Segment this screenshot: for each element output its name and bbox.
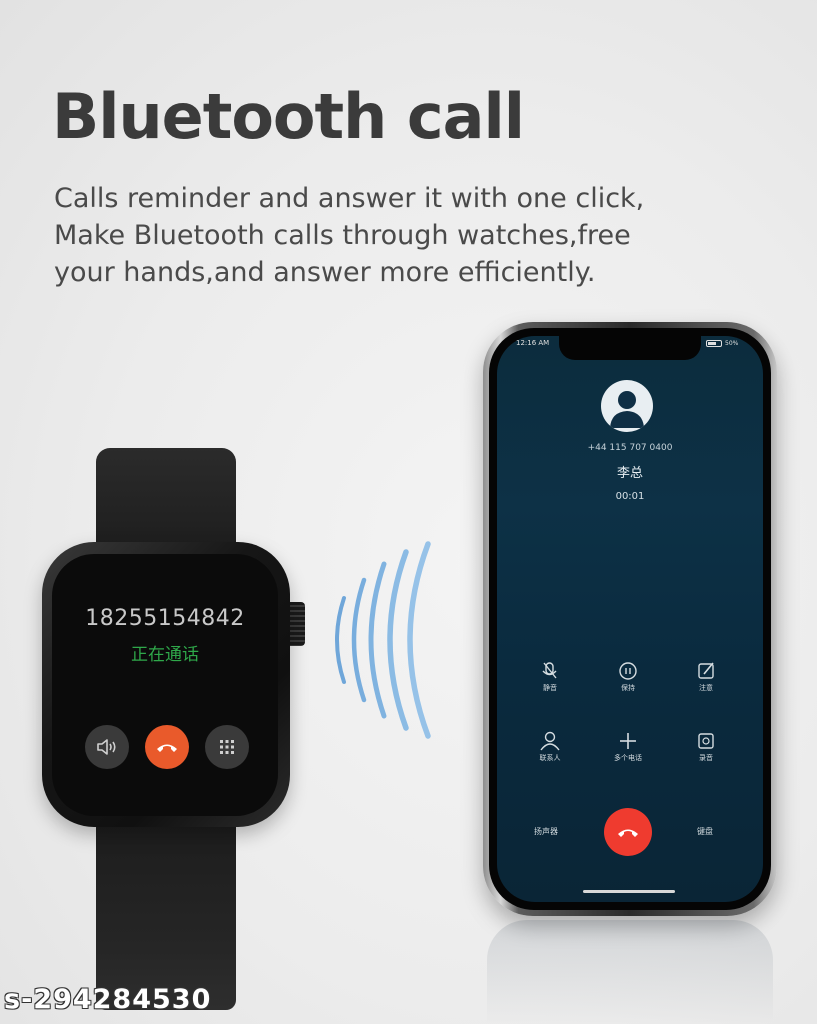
keypad-label[interactable]: 键盘: [697, 826, 713, 837]
hold-icon: [619, 662, 637, 680]
record-button[interactable]: 录音: [676, 730, 736, 763]
status-battery: 50%: [706, 338, 756, 348]
phone-notch: [559, 334, 701, 360]
contacts-icon: [540, 731, 560, 751]
hang-up-icon: [618, 829, 638, 837]
watch-strap-bottom: [96, 810, 236, 1010]
caller-name: 李总: [616, 466, 643, 481]
mute-button[interactable]: 静音: [520, 660, 580, 693]
home-indicator: [583, 890, 675, 893]
keypad-icon: [220, 740, 234, 754]
status-time: 12:16 AM: [516, 339, 550, 347]
hold-label: 保持: [621, 684, 635, 692]
speaker-icon: [97, 739, 116, 755]
record-icon: [698, 733, 714, 749]
description-line: Make Bluetooth calls through watches,fre…: [54, 220, 631, 251]
mute-icon: [542, 662, 557, 679]
contacts-button[interactable]: 联系人: [520, 730, 580, 763]
description-line: Calls reminder and answer it with one cl…: [54, 183, 645, 214]
watermark: s-294284530: [4, 984, 212, 1015]
bluetooth-waves-icon: [335, 541, 431, 739]
watch-caller-number: 18255154842: [85, 606, 245, 631]
caller-number: +44 115 707 0400: [587, 443, 673, 453]
description-line: your hands,and answer more efficiently.: [54, 257, 596, 288]
watch-hangup-button[interactable]: [145, 725, 189, 769]
contacts-label: 联系人: [539, 754, 561, 762]
speaker-label[interactable]: 扬声器: [534, 826, 558, 837]
phone-hangup-button[interactable]: [604, 808, 652, 856]
description: Calls reminder and answer it with one cl…: [54, 180, 734, 291]
caller-avatar: [601, 380, 653, 432]
battery-level: 50%: [725, 339, 739, 347]
note-icon: [698, 662, 714, 679]
add-call-icon: [620, 733, 636, 749]
hang-up-icon: [157, 744, 177, 752]
battery-icon: [706, 339, 722, 347]
phone-reflection: [487, 920, 773, 1024]
page-title: Bluetooth call: [52, 80, 525, 153]
call-timer: 00:01: [615, 491, 645, 502]
record-label: 录音: [699, 754, 713, 762]
add-call-label: 多个电话: [614, 754, 642, 762]
note-label: 注意: [699, 684, 713, 692]
note-button[interactable]: 注意: [676, 660, 736, 693]
hold-button[interactable]: 保持: [598, 660, 658, 693]
watch-keypad-button[interactable]: [205, 725, 249, 769]
watch-call-status: 正在通话: [131, 645, 199, 665]
watch-speaker-button[interactable]: [85, 725, 129, 769]
watch-screen: [52, 554, 278, 816]
person-icon: [610, 391, 644, 428]
mute-label: 静音: [543, 684, 557, 692]
add-call-button[interactable]: 多个电话: [598, 730, 658, 763]
